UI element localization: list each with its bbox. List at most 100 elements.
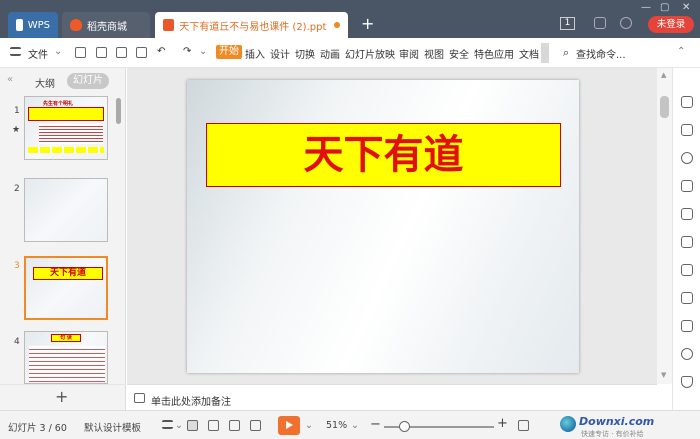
scroll-up-icon[interactable]: ▲ bbox=[661, 71, 666, 79]
slide-number: 4 bbox=[14, 337, 20, 347]
thumbnail-text-block bbox=[28, 107, 104, 121]
redo-icon[interactable]: ↷ bbox=[183, 46, 191, 57]
star-icon: ★ bbox=[12, 125, 21, 135]
menu-view[interactable]: 视图 bbox=[424, 46, 444, 61]
notes-placeholder[interactable]: 单击此处添加备注 bbox=[151, 393, 231, 408]
menu-slideshow[interactable]: 幻灯片放映 bbox=[345, 46, 395, 61]
thumbnail-title: 句 读 bbox=[51, 334, 81, 342]
design-template[interactable]: 默认设计模板 bbox=[84, 420, 141, 434]
scroll-thumb[interactable] bbox=[660, 96, 669, 118]
slide-thumbnail-4[interactable]: 句 读 bbox=[24, 331, 108, 384]
menu-start[interactable]: 开始 bbox=[216, 45, 242, 59]
thumbnail-title: 天下有道 bbox=[33, 267, 103, 280]
user-icon[interactable] bbox=[620, 17, 632, 29]
tab-slides[interactable]: 幻灯片 bbox=[67, 73, 109, 89]
format-icon[interactable] bbox=[681, 208, 693, 220]
collapse-panel-icon[interactable]: « bbox=[7, 74, 13, 85]
maximize-icon[interactable]: ▢ bbox=[660, 2, 669, 13]
wand-icon[interactable] bbox=[681, 292, 693, 304]
presenter-view-icon[interactable] bbox=[250, 420, 261, 431]
chevron-down-icon[interactable]: ⌄ bbox=[175, 420, 183, 431]
notes-icon bbox=[134, 393, 145, 403]
window-count-badge[interactable]: 1 bbox=[560, 17, 575, 30]
right-tool-panel bbox=[672, 68, 700, 410]
close-icon[interactable]: ✕ bbox=[682, 2, 690, 13]
menu-design[interactable]: 设计 bbox=[270, 46, 290, 61]
menu-features[interactable]: 特色应用 bbox=[474, 46, 514, 61]
zoom-out-icon[interactable]: − bbox=[370, 417, 381, 432]
reading-view-icon[interactable] bbox=[229, 420, 240, 431]
image-icon[interactable] bbox=[681, 320, 693, 332]
print-icon[interactable] bbox=[116, 47, 127, 58]
tab-document[interactable]: 天下有道丘不与易也课件 (2).ppt bbox=[155, 12, 348, 38]
slide-sorter-icon[interactable] bbox=[208, 420, 219, 431]
scroll-down-icon[interactable]: ▼ bbox=[661, 371, 666, 379]
slide-thumbnail-1[interactable]: 先生有个明礼 bbox=[24, 96, 108, 160]
thumbnail-title: 先生有个明礼 bbox=[43, 101, 74, 107]
tab-document-label: 天下有道丘不与易也课件 (2).ppt bbox=[179, 21, 327, 33]
chevron-down-icon[interactable]: ⌄ bbox=[305, 420, 313, 431]
login-button[interactable]: 未登录 bbox=[648, 16, 694, 33]
chevron-down-icon[interactable]: ⌄ bbox=[351, 420, 359, 431]
open-folder-icon[interactable] bbox=[75, 47, 86, 58]
slide-number: 3 bbox=[14, 261, 20, 271]
skin-icon[interactable] bbox=[594, 17, 606, 29]
chevron-down-icon[interactable]: ⌄ bbox=[199, 46, 207, 57]
menu-scroll-handle[interactable] bbox=[541, 43, 549, 63]
slide-canvas: 天下有道 bbox=[127, 68, 657, 384]
chevron-up-icon[interactable]: ⌃ bbox=[677, 46, 685, 57]
panel-scrollbar[interactable] bbox=[116, 98, 121, 124]
command-search[interactable]: 查找命令... bbox=[576, 46, 626, 61]
slides-panel: « 大纲 幻灯片 1 ★ 先生有个明礼 2 3 天下有道 4 句 读 bbox=[0, 68, 126, 384]
menu-animations[interactable]: 动画 bbox=[320, 46, 340, 61]
zoom-slider-knob[interactable] bbox=[399, 421, 410, 432]
slide-thumbnail-2[interactable] bbox=[24, 178, 108, 242]
current-slide[interactable]: 天下有道 bbox=[187, 80, 579, 373]
save-icon[interactable] bbox=[96, 47, 107, 58]
menu-security[interactable]: 安全 bbox=[449, 46, 469, 61]
shield-icon[interactable] bbox=[681, 376, 693, 388]
watermark-sub: 快速专访 · 有价补给 bbox=[581, 430, 644, 438]
notes-pane[interactable]: 单击此处添加备注 bbox=[127, 384, 657, 410]
thumbnail-text-block bbox=[28, 147, 104, 153]
tab-store[interactable]: 稻壳商城 bbox=[62, 12, 150, 38]
zoom-in-icon[interactable]: + bbox=[497, 416, 508, 431]
menu-document[interactable]: 文档 bbox=[519, 46, 539, 61]
tab-wps[interactable]: WPS bbox=[8, 12, 58, 38]
shapes-icon[interactable] bbox=[681, 152, 693, 164]
notes-toggle-icon[interactable] bbox=[162, 420, 173, 429]
panel-tabs: « 大纲 幻灯片 bbox=[0, 68, 126, 92]
search-icon[interactable]: ⌕ bbox=[563, 46, 569, 60]
new-tab-button[interactable]: + bbox=[361, 14, 374, 33]
copy-icon[interactable] bbox=[681, 124, 693, 136]
magic-icon[interactable] bbox=[681, 96, 693, 108]
slide-thumbnail-3[interactable]: 天下有道 bbox=[24, 256, 108, 320]
settings-sliders-icon[interactable] bbox=[681, 180, 693, 192]
slide-counter: 幻灯片 3 / 60 bbox=[8, 423, 67, 434]
status-bar: 幻灯片 3 / 60 默认设计模板 ⌄ ⌄ 51% ⌄ − + Downxi.c… bbox=[0, 410, 700, 439]
menu-bar: 文件 ⌄ ↶ ↷ ⌄ 开始 插入 设计 切换 动画 幻灯片放映 审阅 视图 安全… bbox=[0, 38, 700, 68]
help-icon[interactable] bbox=[681, 348, 693, 360]
normal-view-icon[interactable] bbox=[187, 420, 198, 431]
canvas-scrollbar[interactable]: ▲ ▼ bbox=[657, 68, 672, 384]
play-slideshow-button[interactable] bbox=[278, 416, 300, 435]
slide-title-textbox[interactable]: 天下有道 bbox=[206, 123, 561, 187]
tab-outline[interactable]: 大纲 bbox=[35, 75, 55, 90]
menu-transitions[interactable]: 切换 bbox=[295, 46, 315, 61]
crop-icon[interactable] bbox=[681, 236, 693, 248]
file-menu[interactable]: 文件 bbox=[28, 46, 48, 61]
chevron-down-icon[interactable]: ⌄ bbox=[54, 46, 62, 57]
print-preview-icon[interactable] bbox=[136, 47, 147, 58]
menu-review[interactable]: 审阅 bbox=[399, 46, 419, 61]
fit-window-icon[interactable] bbox=[518, 420, 529, 431]
add-slide-button[interactable]: + bbox=[0, 384, 126, 410]
minimize-icon[interactable]: — bbox=[641, 2, 651, 13]
hamburger-menu-icon[interactable] bbox=[10, 47, 21, 56]
grid-icon[interactable] bbox=[681, 264, 693, 276]
menu-insert[interactable]: 插入 bbox=[245, 46, 265, 61]
thumbnail-text-block bbox=[39, 124, 103, 144]
thumbnail-text-block bbox=[29, 346, 105, 382]
undo-icon[interactable]: ↶ bbox=[157, 46, 165, 57]
zoom-level[interactable]: 51% bbox=[326, 420, 347, 431]
downxi-logo bbox=[560, 416, 576, 432]
